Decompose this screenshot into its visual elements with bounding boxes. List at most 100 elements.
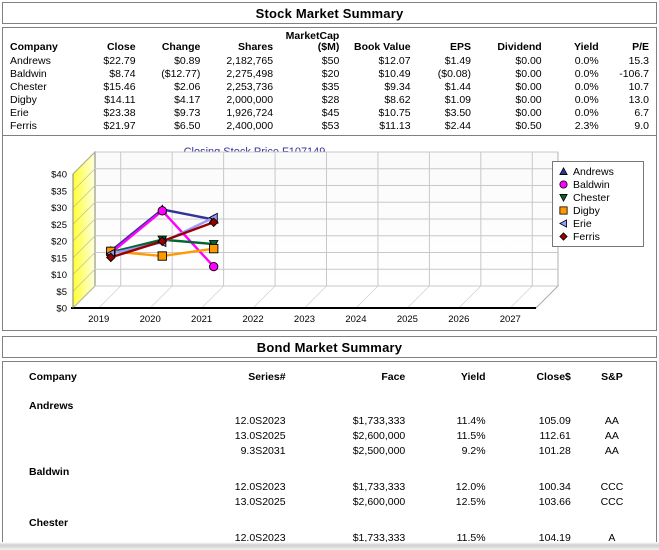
bond-company-row: Andrews xyxy=(7,393,652,414)
stock-cell-dividend: $0.50 xyxy=(515,120,542,132)
bond-company-row: Chester xyxy=(7,510,652,531)
bond-cell-face: $1,733,333 xyxy=(352,415,406,427)
stock-col-company: Company xyxy=(10,41,58,53)
legend-label: Ferris xyxy=(573,230,600,243)
stock-cell-close: $22.79 xyxy=(103,55,136,67)
stock-col-shares: Shares xyxy=(238,41,274,53)
stock-cell-dividend: $0.00 xyxy=(515,55,542,67)
bond-cell-close: 101.28 xyxy=(538,445,571,457)
stock-cell-eps: $1.09 xyxy=(444,94,472,106)
legend-label: Chester xyxy=(573,191,610,204)
stock-cell-eps: ($0.08) xyxy=(437,68,472,80)
stock-cell-close: $15.46 xyxy=(103,81,136,93)
stock-cell-yield: 0.0% xyxy=(574,55,599,67)
stock-cell-company: Chester xyxy=(10,81,47,93)
stock-col-dividend: Dividend xyxy=(497,41,542,53)
svg-text:2019: 2019 xyxy=(88,314,109,325)
stock-cell-close: $8.74 xyxy=(109,68,136,80)
stock-col-bookvalue: Book Value xyxy=(353,41,411,53)
stock-cell-change: $9.73 xyxy=(174,107,201,119)
chart-legend: Andrews Baldwin Chester Digby Erie Ferris xyxy=(552,161,644,247)
bond-col-close: Close$ xyxy=(536,371,571,383)
stock-cell-book: $10.49 xyxy=(378,68,411,80)
stock-cell-marketcap: $50 xyxy=(321,55,340,67)
stock-cell-company: Baldwin xyxy=(10,68,47,80)
stock-cell-eps: $1.44 xyxy=(444,81,472,93)
bond-cell-yield: 11.4% xyxy=(456,415,486,427)
svg-text:$20: $20 xyxy=(51,237,67,248)
stock-cell-yield: 0.0% xyxy=(574,68,599,80)
legend-item-chester[interactable]: Chester xyxy=(557,191,637,204)
svg-text:2027: 2027 xyxy=(500,314,521,325)
legend-item-digby[interactable]: Digby xyxy=(557,204,637,217)
table-row: Ferris $21.97 $6.50 2,400,000 $53 $11.13 $2.44… xyxy=(7,120,652,133)
stock-cell-pe: 9.0 xyxy=(634,120,649,132)
legend-item-erie[interactable]: Erie xyxy=(557,217,637,230)
stock-cell-yield: 2.3% xyxy=(574,120,599,132)
bond-cell-series: 12.0S2023 xyxy=(234,481,286,493)
table-row: Chester $15.46 $2.06 2,253,736 $35 $9.34 $1.44… xyxy=(7,81,652,94)
bond-cell-close: 112.61 xyxy=(539,430,571,442)
svg-text:$35: $35 xyxy=(51,186,67,197)
svg-text:$40: $40 xyxy=(51,170,67,181)
svg-text:$5: $5 xyxy=(56,287,67,298)
bond-cell-sp: CCC xyxy=(600,481,624,493)
legend-label: Digby xyxy=(573,204,600,217)
stock-cell-marketcap: $35 xyxy=(321,81,340,93)
legend-item-baldwin[interactable]: Baldwin xyxy=(557,178,637,191)
bond-market-section: Bond Market Summary Company Series# Face… xyxy=(2,336,657,544)
stock-cell-yield: 0.0% xyxy=(574,107,599,119)
legend-label: Baldwin xyxy=(573,178,610,191)
stock-cell-pe: -106.7 xyxy=(619,68,649,80)
svg-text:2026: 2026 xyxy=(448,314,469,325)
bond-cell-series: 9.3S2031 xyxy=(240,445,286,457)
bond-cell-sp: AA xyxy=(604,430,619,442)
stock-cell-dividend: $0.00 xyxy=(515,68,542,80)
svg-text:2022: 2022 xyxy=(242,314,263,325)
stock-cell-dividend: $0.00 xyxy=(515,81,542,93)
bond-cell-face: $1,733,333 xyxy=(352,481,406,493)
stock-cell-eps: $3.50 xyxy=(444,107,472,119)
legend-label: Andrews xyxy=(573,165,614,178)
stock-col-eps: EPS xyxy=(450,41,472,53)
bond-cell-yield: 12.0% xyxy=(455,481,486,493)
stock-cell-pe: 13.0 xyxy=(628,94,649,106)
stock-cell-company: Erie xyxy=(10,107,29,119)
svg-text:2025: 2025 xyxy=(397,314,418,325)
bond-cell-face: $2,600,000 xyxy=(352,496,406,508)
table-row: 13.0S2025 $2,600,000 12.5% 103.66 CCC xyxy=(7,495,652,510)
svg-text:$15: $15 xyxy=(51,253,67,264)
bond-cell-sp: CCC xyxy=(600,496,624,508)
stock-market-section: Stock Market Summary Company Close Chang… xyxy=(2,2,657,137)
table-row: Digby $14.11 $4.17 2,000,000 $28 $8.62 $1.09 $0… xyxy=(7,94,652,107)
table-row: Andrews $22.79 $0.89 2,182,765 $50 $12.07 $1.4… xyxy=(7,55,652,68)
triangle-left-marker-icon xyxy=(557,218,570,229)
stock-cell-yield: 0.0% xyxy=(574,94,599,106)
closing-stock-price-chart: Closing Stock Price F107149 $0$5$10$15$2… xyxy=(2,135,657,331)
stock-col-close: Close xyxy=(106,41,136,53)
stock-cell-book: $11.13 xyxy=(379,120,411,132)
svg-text:$10: $10 xyxy=(51,270,67,281)
stock-cell-change: $4.17 xyxy=(174,94,201,106)
stock-cell-marketcap: $45 xyxy=(321,107,340,119)
stock-cell-shares: 2,182,765 xyxy=(226,55,274,67)
table-row: 9.3S2031 $2,500,000 9.2% 101.28 AA xyxy=(7,444,652,459)
bond-table-panel: Company Series# Face Yield Close$ S&P An… xyxy=(2,361,657,544)
stock-cell-company: Ferris xyxy=(10,120,37,132)
table-row: 13.0S2025 $2,600,000 11.5% 112.61 AA xyxy=(7,429,652,444)
bond-cell-sp: AA xyxy=(604,445,619,457)
stock-cell-close: $14.11 xyxy=(104,94,136,106)
legend-item-andrews[interactable]: Andrews xyxy=(557,165,637,178)
svg-text:2020: 2020 xyxy=(140,314,161,325)
bond-cell-yield: 12.5% xyxy=(455,496,486,508)
stock-market-title: Stock Market Summary xyxy=(2,2,657,24)
bond-company-name: Chester xyxy=(29,517,69,529)
bond-cell-series: 13.0S2025 xyxy=(234,430,286,442)
stock-cell-company: Digby xyxy=(10,94,37,106)
svg-text:$30: $30 xyxy=(51,203,67,214)
legend-item-ferris[interactable]: Ferris xyxy=(557,230,637,243)
stock-cell-shares: 2,400,000 xyxy=(226,120,274,132)
table-row: 12.0S2023 $1,733,333 11.4% 105.09 AA xyxy=(7,414,652,429)
bond-cell-sp: AA xyxy=(604,415,619,427)
bond-col-face: Face xyxy=(381,371,406,383)
